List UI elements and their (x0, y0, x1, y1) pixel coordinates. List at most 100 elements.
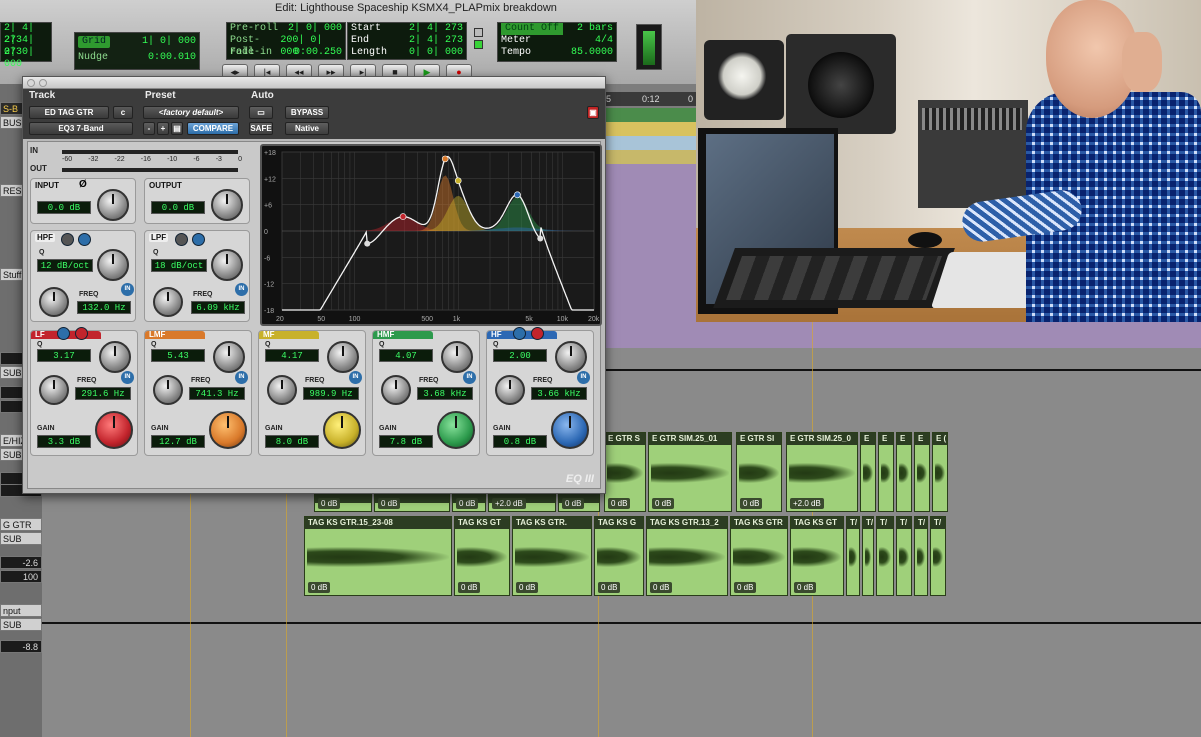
preset-selector[interactable]: <factory default> (143, 106, 239, 119)
tempo-box[interactable]: Count Off 2 bars Meter 4/4 Tempo 85.0000 (497, 22, 617, 62)
band-freq-knob[interactable] (495, 375, 525, 405)
tempo-value[interactable]: 85.0000 (571, 47, 613, 59)
countoff-value[interactable]: 2 bars (577, 23, 613, 35)
audio-region[interactable]: E GTR SIM.25_0 +2.0 dB (786, 432, 858, 512)
band-gain-value[interactable]: 12.7 dB (151, 435, 205, 448)
safe-button[interactable]: SAFE (249, 122, 273, 135)
audio-region[interactable]: E GTR SIM.25_01 0 dB (648, 432, 732, 512)
band-freq-knob[interactable] (381, 375, 411, 405)
audio-region[interactable]: TAG KS G 0 dB (594, 516, 644, 596)
band-q-value[interactable]: 4.17 (265, 349, 319, 362)
band-q-knob[interactable] (441, 341, 473, 373)
end-value[interactable]: 2| 4| 273 (409, 35, 463, 47)
band-freq-knob[interactable] (153, 375, 183, 405)
postroll-label[interactable]: Post-roll (230, 35, 280, 58)
band-gain-knob[interactable] (95, 411, 133, 449)
track-list-item[interactable]: G GTR (0, 518, 42, 531)
grid-nudge-box[interactable]: Grid 1| 0| 000 Nudge 0:00.010 (74, 32, 200, 70)
audio-region[interactable]: TAG KS GT 0 dB (454, 516, 510, 596)
clip-gain-badge[interactable]: 0 dB (456, 498, 479, 509)
band-gain-knob[interactable] (437, 411, 475, 449)
lpf-freq-knob[interactable] (153, 287, 183, 317)
track-channel-selector[interactable]: c (113, 106, 133, 119)
band-freq-value[interactable]: 3.68 kHz (417, 387, 473, 400)
audio-region[interactable]: T/ (846, 516, 860, 596)
lpf-slope-value[interactable]: 18 dB/oct (151, 259, 207, 272)
audio-region[interactable]: TAG KS GTR 0 dB (730, 516, 788, 596)
eq-curve-graph[interactable]: +18 +12 +6 0 -6 -12 -18 20 50 100 500 1k 5k 10k 20k (260, 144, 602, 326)
band-freq-value[interactable]: 989.9 Hz (303, 387, 359, 400)
band-q-value[interactable]: 5.43 (151, 349, 205, 362)
clip-gain-badge[interactable]: 0 dB (734, 582, 757, 593)
band-gain-knob[interactable] (551, 411, 589, 449)
track-list-item[interactable]: -8.8 (0, 640, 42, 653)
clip-gain-badge[interactable]: 0 dB (608, 498, 631, 509)
audio-region[interactable]: E (896, 432, 912, 512)
hpf-enable-button[interactable] (78, 233, 91, 246)
audio-region[interactable]: T/ (914, 516, 928, 596)
band-q-value[interactable]: 4.07 (379, 349, 433, 362)
clip-gain-badge[interactable]: +2.0 dB (790, 498, 824, 509)
audio-region[interactable]: T/ (930, 516, 946, 596)
track-selector[interactable]: ED TAG GTR (29, 106, 109, 119)
clip-gain-badge[interactable]: 0 dB (458, 582, 481, 593)
band-shelf-icon[interactable] (75, 327, 88, 340)
audio-region[interactable]: TAG KS GTR.13_2 0 dB (646, 516, 728, 596)
audio-region[interactable]: E (914, 432, 930, 512)
clip-gain-badge[interactable]: 0 dB (652, 498, 675, 509)
grid-value[interactable]: 1| 0| 000 (142, 36, 196, 48)
clip-gain-badge[interactable]: 0 dB (516, 582, 539, 593)
preroll-label[interactable]: Pre-roll (230, 23, 278, 35)
fadein-label[interactable]: Fade-in (230, 47, 272, 59)
band-gain-knob[interactable] (209, 411, 247, 449)
band-gain-value[interactable]: 0.8 dB (493, 435, 547, 448)
band-q-knob[interactable] (213, 341, 245, 373)
hpf-slope-knob[interactable] (97, 249, 129, 281)
nudge-value[interactable]: 0:00.010 (148, 52, 196, 64)
length-value[interactable]: 0| 0| 000 (409, 47, 463, 59)
automation-button[interactable]: ▭ (249, 106, 273, 119)
hpf-type-button[interactable] (61, 233, 74, 246)
phase-invert-button[interactable]: Ø (79, 179, 87, 190)
lpf-type-button[interactable] (175, 233, 188, 246)
track-list-item[interactable]: -2.6 (0, 556, 42, 569)
band-freq-knob[interactable] (39, 375, 69, 405)
main-counter[interactable]: 2| 4| 273 2| 4| 273 0| 0| 000 (0, 22, 52, 70)
band-in-badge[interactable]: IN (463, 371, 476, 384)
input-gain-knob[interactable] (97, 189, 129, 221)
selection-box[interactable]: Start 2| 4| 273 End 2| 4| 273 Length 0| 0| … (347, 22, 467, 60)
band-q-knob[interactable] (327, 341, 359, 373)
audio-region[interactable]: T/ (896, 516, 912, 596)
hpf-freq-knob[interactable] (39, 287, 69, 317)
eq3-plugin-window[interactable]: Track Preset Auto ED TAG GTR c EQ3 7-Ban… (22, 76, 606, 494)
preroll-box[interactable]: Pre-roll 2| 0| 000 Post-roll 200| 0| 000 F… (226, 22, 346, 60)
plugin-titlebar[interactable] (23, 77, 605, 89)
start-value[interactable]: 2| 4| 273 (409, 23, 463, 35)
clip-gain-badge[interactable]: 0 dB (740, 498, 763, 509)
audio-region[interactable]: TAG KS GTR. 0 dB (512, 516, 592, 596)
preroll-value[interactable]: 2| 0| 000 (288, 23, 342, 35)
audio-region[interactable]: TAG KS GT 0 dB (790, 516, 844, 596)
minimize-dot-icon[interactable] (39, 79, 47, 87)
lpf-slope-knob[interactable] (211, 249, 243, 281)
preset-librarian-button[interactable]: ▤ (171, 122, 183, 135)
clip-gain-badge[interactable]: +2.0 dB (492, 498, 526, 509)
clip-gain-badge[interactable]: 0 dB (562, 498, 585, 509)
band-freq-value[interactable]: 741.3 Hz (189, 387, 245, 400)
audio-region[interactable]: E ( (932, 432, 948, 512)
band-in-badge[interactable]: IN (235, 371, 248, 384)
output-gain-value[interactable]: 0.0 dB (151, 201, 205, 214)
plugin-selector[interactable]: EQ3 7-Band (29, 122, 133, 135)
track-list-item[interactable]: SUB (0, 618, 42, 631)
track-list-item[interactable]: 100 (0, 570, 42, 583)
track-list-item[interactable]: SUB (0, 532, 42, 545)
band-q-knob[interactable] (99, 341, 131, 373)
clip-gain-badge[interactable]: 0 dB (598, 582, 621, 593)
audio-region[interactable]: T/ (862, 516, 874, 596)
audio-region[interactable]: E GTR S 0 dB (604, 432, 646, 512)
band-freq-value[interactable]: 3.66 kHz (531, 387, 587, 400)
band-shelf-icon[interactable] (531, 327, 544, 340)
audio-region[interactable]: E GTR SI 0 dB (736, 432, 782, 512)
hpf-in-badge[interactable]: IN (121, 283, 134, 296)
clip-gain-badge[interactable]: 0 dB (794, 582, 817, 593)
